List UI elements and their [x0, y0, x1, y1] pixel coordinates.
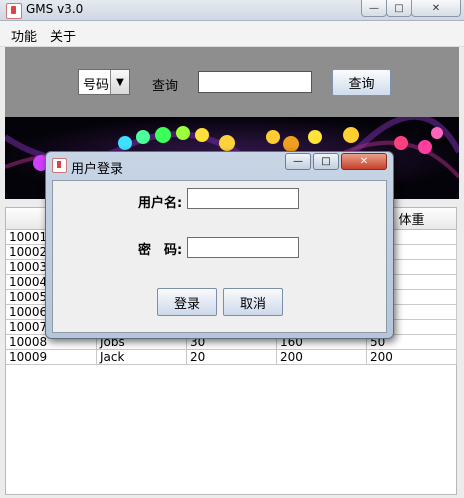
password-label: 密 码:	[138, 243, 183, 258]
dialog-title: 用户登录	[71, 162, 124, 177]
window-title: GMS v3.0	[26, 2, 84, 16]
table-cell-weight[interactable]: 200	[367, 350, 457, 365]
maximize-button[interactable]: □	[386, 0, 412, 17]
field-select[interactable]: 号码 ▼	[78, 69, 130, 95]
query-label: 查询	[152, 79, 179, 94]
dialog-minimize-button[interactable]: —	[285, 153, 311, 170]
login-button[interactable]: 登录	[157, 288, 217, 316]
username-field[interactable]	[187, 188, 299, 209]
table-cell-height[interactable]: 200	[277, 350, 367, 365]
query-button[interactable]: 查询	[332, 69, 391, 96]
table-cell-id[interactable]: 10009	[6, 350, 97, 365]
query-input[interactable]	[198, 71, 312, 93]
login-dialog: 用户登录 — □ ✕ 用户名: 密 码: 登录 取消	[45, 151, 394, 339]
password-field[interactable]	[187, 237, 299, 258]
menu-function[interactable]: 功能	[11, 26, 37, 45]
dialog-body: 用户名: 密 码: 登录 取消	[52, 180, 387, 333]
cancel-button[interactable]: 取消	[223, 288, 283, 316]
search-panel: 号码 ▼ 查询 查询	[5, 47, 459, 117]
title-bar: GMS v3.0 — □ ✕	[0, 0, 464, 21]
menu-about[interactable]: 关于	[50, 26, 76, 45]
minimize-button[interactable]: —	[361, 0, 387, 17]
table-row[interactable]: 10009 Jack 20 200 200	[6, 350, 457, 365]
dialog-maximize-button[interactable]: □	[313, 153, 339, 170]
username-label: 用户名:	[138, 196, 183, 211]
java-app-icon	[6, 3, 22, 19]
chevron-down-icon[interactable]: ▼	[110, 70, 129, 94]
field-select-value: 号码	[83, 78, 110, 93]
menu-bar: 功能 关于	[0, 21, 464, 47]
table-cell-name[interactable]: Jack	[97, 350, 187, 365]
table-cell-age[interactable]: 20	[187, 350, 277, 365]
close-button[interactable]: ✕	[411, 0, 461, 17]
dialog-close-button[interactable]: ✕	[341, 153, 387, 170]
java-app-icon	[52, 158, 67, 173]
